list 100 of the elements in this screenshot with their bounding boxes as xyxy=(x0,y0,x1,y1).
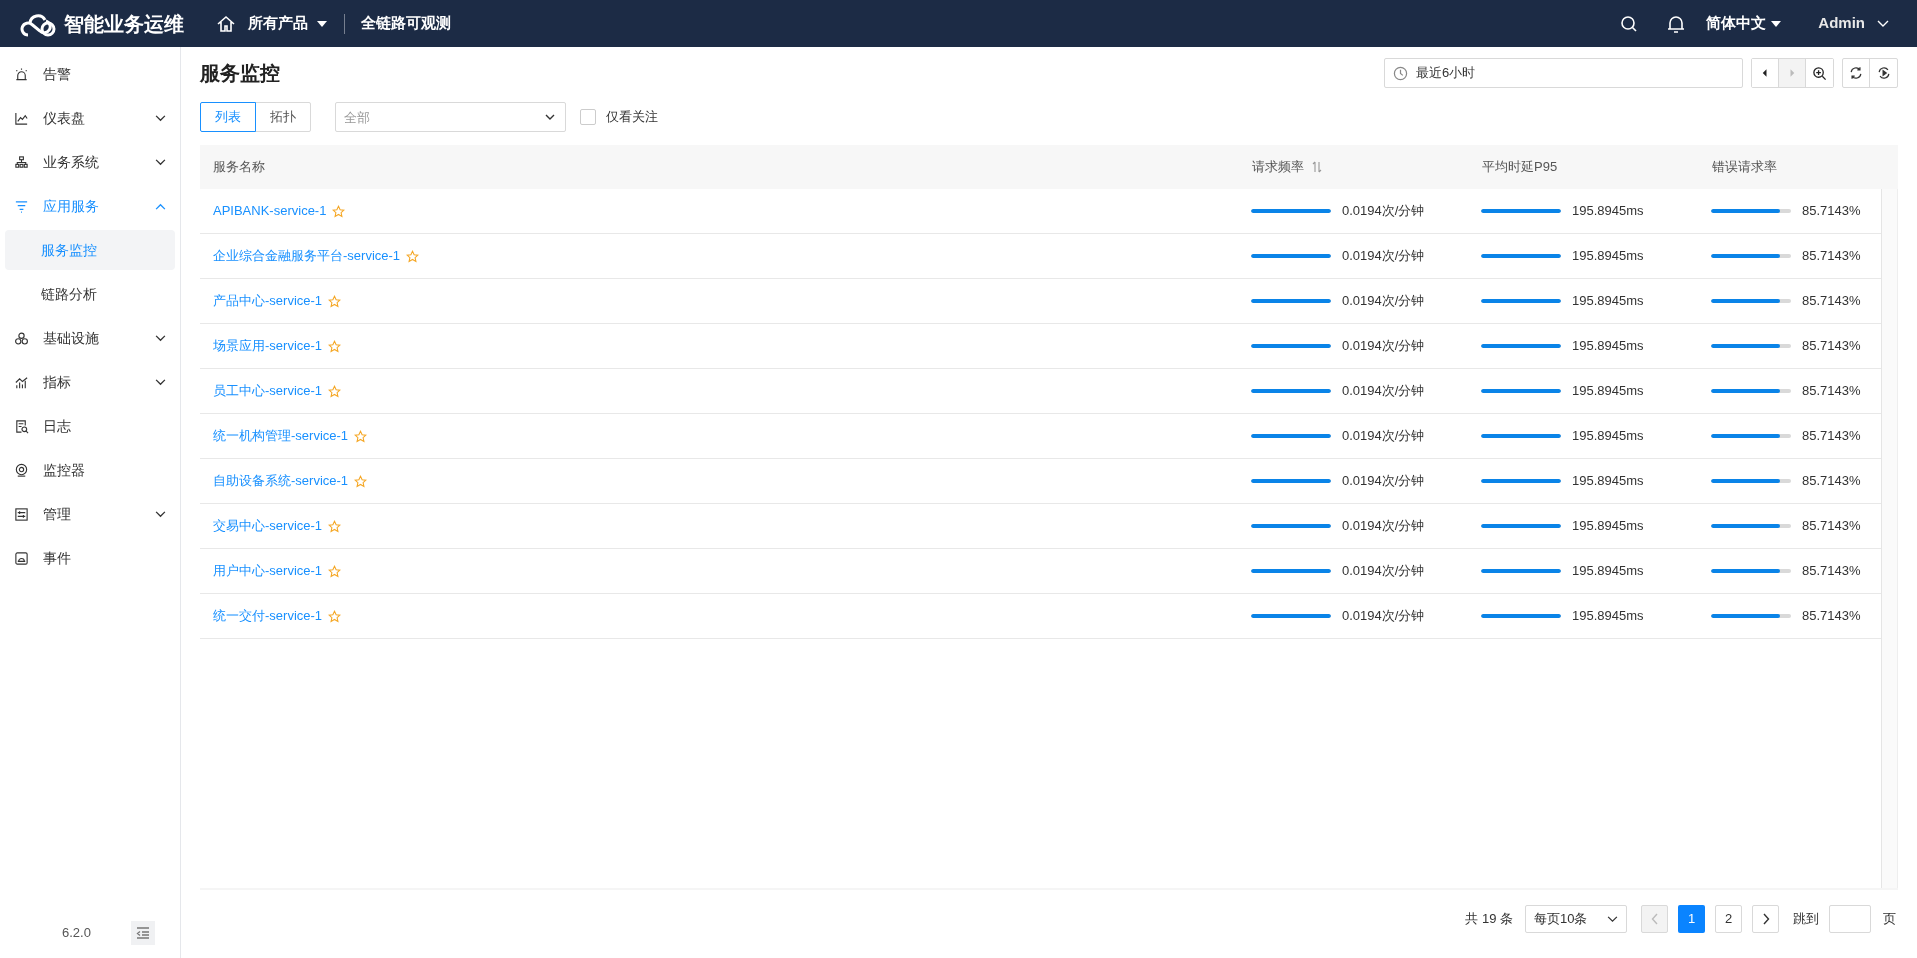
metric-value: 85.7143% xyxy=(1802,202,1861,221)
metric-value: 0.0194次/分钟 xyxy=(1342,472,1425,491)
page-number[interactable]: 1 xyxy=(1678,905,1705,933)
metric-value: 85.7143% xyxy=(1802,247,1861,266)
star-icon[interactable] xyxy=(354,474,368,488)
chevron-down-icon xyxy=(155,378,166,386)
service-filter-select[interactable]: 全部 xyxy=(335,102,566,132)
metric-value: 195.8945ms xyxy=(1572,382,1644,401)
zoom-in-icon xyxy=(1812,65,1827,81)
sidebar-subitem[interactable]: 链路分析 xyxy=(5,274,175,314)
total-count: 共 19 条 xyxy=(1465,910,1513,929)
sidebar-item[interactable]: 日志 xyxy=(0,404,180,448)
follow-only-checkbox[interactable] xyxy=(580,109,596,125)
metric-value: 0.0194次/分钟 xyxy=(1342,427,1425,446)
view-tab[interactable]: 拓扑 xyxy=(255,102,311,132)
metric-value: 85.7143% xyxy=(1802,562,1861,581)
sidebar-item[interactable]: 基础设施 xyxy=(0,316,180,360)
collapse-menu-icon[interactable] xyxy=(130,921,155,945)
chevron-down-icon xyxy=(155,510,166,518)
document-search-icon xyxy=(14,418,29,434)
chevron-right-icon xyxy=(1761,913,1770,925)
brand-name: 智能业务运维 xyxy=(64,11,184,37)
sidebar-item[interactable]: 业务系统 xyxy=(0,140,180,184)
metric-value: 195.8945ms xyxy=(1572,427,1644,446)
star-icon[interactable] xyxy=(328,519,342,533)
refresh-icon xyxy=(1849,66,1863,80)
column-header[interactable]: 平均时延P95 xyxy=(1482,157,1558,177)
filter-lines-icon xyxy=(14,198,29,214)
nav-link[interactable]: 全链路可观测 xyxy=(361,12,451,35)
metric-value: 85.7143% xyxy=(1802,472,1861,491)
metric-value: 195.8945ms xyxy=(1572,247,1644,266)
scrollbar-track[interactable] xyxy=(1882,189,1898,888)
caret-icon xyxy=(1770,19,1783,28)
time-range-picker[interactable]: 最近6小时 xyxy=(1384,58,1743,88)
metric-value: 85.7143% xyxy=(1802,337,1861,356)
chevron-up-icon xyxy=(155,202,166,210)
metric-value: 0.0194次/分钟 xyxy=(1342,292,1425,311)
metric-value: 195.8945ms xyxy=(1572,202,1644,221)
page-size-select[interactable]: 每页10条 xyxy=(1525,905,1627,933)
metric-value: 0.0194次/分钟 xyxy=(1342,517,1425,536)
star-icon[interactable] xyxy=(406,249,420,263)
home-icon[interactable] xyxy=(216,13,236,34)
follow-only-label: 仅看关注 xyxy=(606,108,658,127)
metric-value: 195.8945ms xyxy=(1572,472,1644,491)
metric-value: 0.0194次/分钟 xyxy=(1342,607,1425,626)
user-menu[interactable]: Admin xyxy=(1818,12,1889,35)
search-icon[interactable] xyxy=(1620,14,1639,33)
sidebar-item[interactable]: 监控器 xyxy=(0,448,180,492)
sort-icon xyxy=(1312,161,1322,173)
page-title: 服务监控 xyxy=(200,61,280,86)
metric-value: 0.0194次/分钟 xyxy=(1342,202,1425,221)
column-header[interactable]: 服务名称 xyxy=(213,157,265,177)
line-chart-icon xyxy=(14,110,29,126)
sidebar-item[interactable]: 告警 xyxy=(0,52,180,96)
chevron-down-icon xyxy=(1607,915,1618,923)
inbox-icon xyxy=(14,550,29,566)
star-icon[interactable] xyxy=(332,204,346,218)
camera-icon xyxy=(14,462,29,478)
metric-value: 195.8945ms xyxy=(1572,517,1644,536)
page-unit-label: 页 xyxy=(1883,910,1896,929)
star-icon[interactable] xyxy=(328,609,342,623)
caret-icon xyxy=(316,19,328,28)
alarm-icon xyxy=(14,66,29,82)
product-menu[interactable]: 所有产品 xyxy=(248,12,328,35)
bell-icon[interactable] xyxy=(1666,13,1687,34)
metric-value: 85.7143% xyxy=(1802,517,1861,536)
jump-label: 跳到 xyxy=(1793,910,1819,929)
star-icon[interactable] xyxy=(328,294,342,308)
metric-value: 85.7143% xyxy=(1802,427,1861,446)
star-icon[interactable] xyxy=(328,339,342,353)
chevron-left-icon xyxy=(1650,913,1659,925)
circles-icon xyxy=(14,330,29,346)
star-icon[interactable] xyxy=(354,429,368,443)
column-header[interactable]: 请求频率 xyxy=(1252,157,1322,177)
sidebar-item[interactable]: 指标 xyxy=(0,360,180,404)
settings-panel-icon xyxy=(14,506,29,522)
sidebar-item[interactable]: 事件 xyxy=(0,536,180,580)
star-icon[interactable] xyxy=(328,564,342,578)
version-label: 6.2.0 xyxy=(62,924,91,943)
sidebar-item[interactable]: 仪表盘 xyxy=(0,96,180,140)
metric-value: 0.0194次/分钟 xyxy=(1342,382,1425,401)
play-refresh-icon xyxy=(1876,66,1891,80)
sidebar-item[interactable]: 管理 xyxy=(0,492,180,536)
star-icon[interactable] xyxy=(328,384,342,398)
chevron-down-icon xyxy=(155,334,166,342)
metric-value: 195.8945ms xyxy=(1572,292,1644,311)
metric-value: 195.8945ms xyxy=(1572,337,1644,356)
chevron-down-icon xyxy=(1877,19,1889,28)
page-number[interactable]: 2 xyxy=(1715,905,1742,933)
previous-range-button[interactable] xyxy=(1752,59,1779,87)
next-page-button[interactable] xyxy=(1752,905,1779,933)
metric-value: 85.7143% xyxy=(1802,607,1861,626)
metric-value: 0.0194次/分钟 xyxy=(1342,337,1425,356)
chevron-down-icon xyxy=(155,158,166,166)
page-jump-field[interactable] xyxy=(1829,905,1871,933)
column-header[interactable]: 错误请求率 xyxy=(1712,157,1777,177)
language-menu[interactable]: 简体中文 xyxy=(1706,12,1783,35)
metric-value: 0.0194次/分钟 xyxy=(1342,562,1425,581)
time-range-value: 最近6小时 xyxy=(1416,64,1476,83)
metric-value: 195.8945ms xyxy=(1572,607,1644,626)
